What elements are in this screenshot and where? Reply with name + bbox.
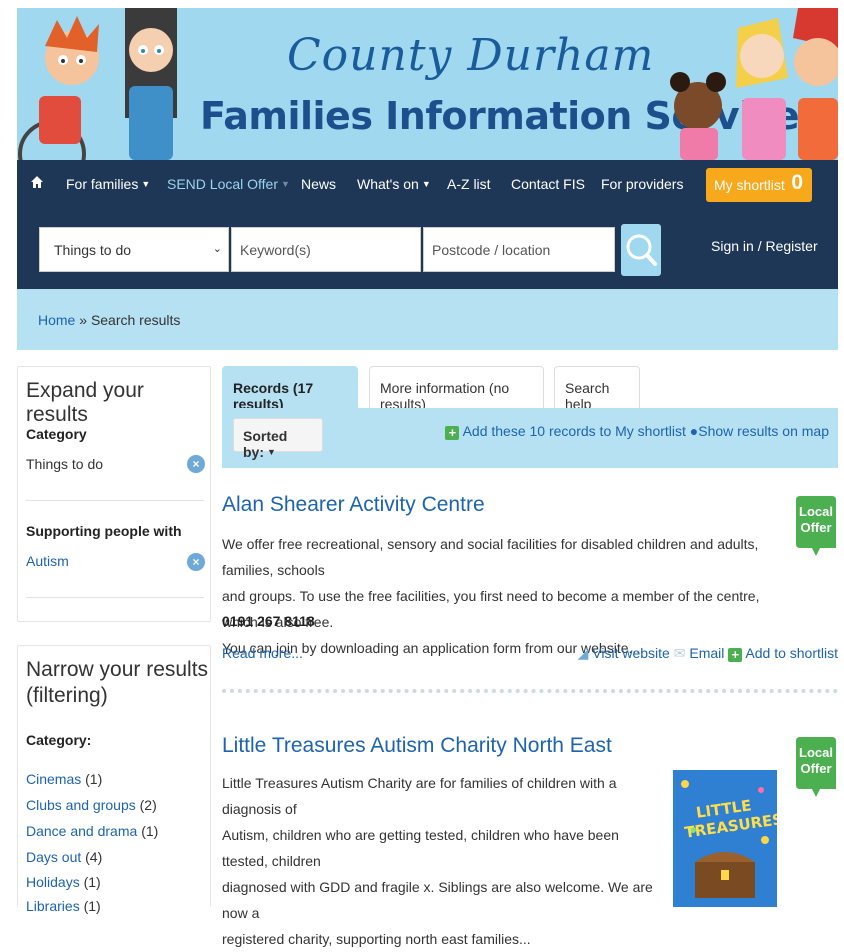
breadcrumb-home-link[interactable]: Home [38, 312, 75, 328]
main-nav: For families ▼ SEND Local Offer ▼ News Wha… [17, 160, 838, 210]
toolbar-actions: + Add these 10 records to My shortlist ●… [445, 423, 829, 440]
read-more-link[interactable]: Read more... [222, 645, 303, 661]
filter-category-link[interactable]: Clubs and groups (2) [26, 797, 157, 813]
caret-down-icon: ▼ [421, 179, 431, 189]
narrow-results-heading-2: (filtering) [26, 684, 108, 707]
chevron-down-icon: ⌄ [212, 243, 222, 255]
caret-down-icon: ▼ [141, 179, 151, 189]
plus-icon: + [728, 648, 743, 662]
tab-more-information[interactable]: More information (no results) [369, 366, 544, 412]
filter-category-link[interactable]: Dance and drama (1) [26, 823, 158, 839]
breadcrumb: Home » Search results [38, 312, 181, 328]
postcode-input[interactable]: Postcode / location [423, 227, 615, 272]
search-icon [626, 234, 657, 266]
tab-search-help[interactable]: Search help [554, 366, 640, 412]
supporting-label: Supporting people with [26, 523, 182, 539]
remove-supporting-icon[interactable]: × [187, 553, 205, 571]
filter-category-link[interactable]: Holidays (1) [26, 874, 101, 890]
nav-for-providers[interactable]: For providers [601, 176, 683, 192]
sort-button[interactable]: Sorted by: ▼ [233, 418, 323, 460]
plus-icon: + [445, 426, 460, 440]
tab-records[interactable]: Records (17 results) [222, 366, 358, 412]
search-band: Things to do ⌄ Keyword(s) Postcode / loc… [17, 210, 838, 289]
remove-category-icon[interactable]: × [187, 455, 205, 473]
external-link-icon: ◢ [577, 645, 589, 661]
result-actions: ◢ Visit website ✉ Email + Add to shortli… [578, 645, 838, 662]
show-results-on-map-link[interactable]: Show results on map [698, 423, 829, 439]
email-icon: ✉ [673, 645, 686, 661]
result-description: We offer free recreational, sensory and … [222, 536, 760, 656]
banner-illustration-left [18, 8, 177, 160]
results-tabs: Records (17 results) More information (n… [222, 366, 838, 412]
filter-category-link[interactable]: Days out (4) [26, 849, 102, 865]
expand-results-heading: Expand your results [26, 379, 144, 426]
result-thumbnail[interactable]: LITTLE TREASURES [673, 770, 777, 907]
visit-website-link[interactable]: Visit website [592, 645, 670, 661]
shortlist-label: My shortlist [714, 177, 785, 193]
my-shortlist-button[interactable]: My shortlist 0 [706, 168, 812, 202]
category-value: Things to do [26, 456, 104, 472]
caret-down-icon: ▼ [267, 447, 276, 457]
filter-category-link[interactable]: Libraries (1) [26, 898, 101, 914]
keyword-input[interactable]: Keyword(s) [231, 227, 421, 272]
nav-for-families[interactable]: For families ▼ [66, 176, 150, 192]
nav-news[interactable]: News [301, 176, 336, 192]
banner-title-county-durham: County Durham [287, 30, 655, 81]
narrow-results-panel: Narrow your results (filtering) Category… [17, 645, 211, 914]
breadcrumb-current: Search results [90, 312, 181, 328]
divider [26, 500, 204, 501]
add-to-shortlist-link[interactable]: Add to shortlist [745, 645, 838, 661]
nav-a-z-list[interactable]: A-Z list [447, 176, 491, 192]
breadcrumb-band: Home » Search results [17, 289, 838, 350]
sign-in-register-link[interactable]: Sign in / Register [711, 238, 818, 254]
nav-whats-on[interactable]: What's on ▼ [357, 176, 431, 192]
narrow-results-heading-1: Narrow your results [26, 658, 209, 681]
shortlist-count: 0 [791, 171, 803, 194]
category-label: Category [26, 426, 87, 442]
filter-category-label: Category: [26, 732, 92, 748]
supporting-value[interactable]: Autism [26, 553, 69, 569]
caret-down-icon: ▼ [281, 179, 290, 189]
home-icon[interactable] [30, 175, 44, 192]
result-title[interactable]: Alan Shearer Activity Centre [222, 493, 485, 517]
results-toolbar: Sorted by: ▼ + Add these 10 records to My… [222, 408, 838, 468]
local-offer-badge: Local Offer [796, 737, 836, 797]
result-phone: 0191 267 8118 [222, 613, 315, 629]
email-link[interactable]: Email [689, 645, 724, 661]
result-divider [222, 689, 838, 693]
site-banner[interactable]: County Durham Families Information Servi… [17, 8, 838, 160]
map-marker-icon: ● [689, 423, 699, 439]
result-title[interactable]: Little Treasures Autism Charity North Ea… [222, 734, 612, 758]
nav-send-local-offer[interactable]: SEND Local Offer ▼ [167, 176, 290, 192]
banner-illustration-right [670, 8, 838, 160]
result-description: Little Treasures Autism Charity are for … [222, 775, 653, 947]
local-offer-badge: Local Offer [796, 496, 836, 556]
search-button[interactable] [621, 224, 661, 276]
divider [26, 597, 204, 598]
add-all-to-shortlist-link[interactable]: Add these 10 records to My shortlist [463, 423, 686, 439]
filter-category-link[interactable]: Cinemas (1) [26, 771, 102, 787]
category-select[interactable]: Things to do ⌄ [39, 227, 229, 272]
nav-contact-fis[interactable]: Contact FIS [511, 176, 585, 192]
expand-results-panel: Expand your results Category Things to d… [17, 366, 211, 622]
